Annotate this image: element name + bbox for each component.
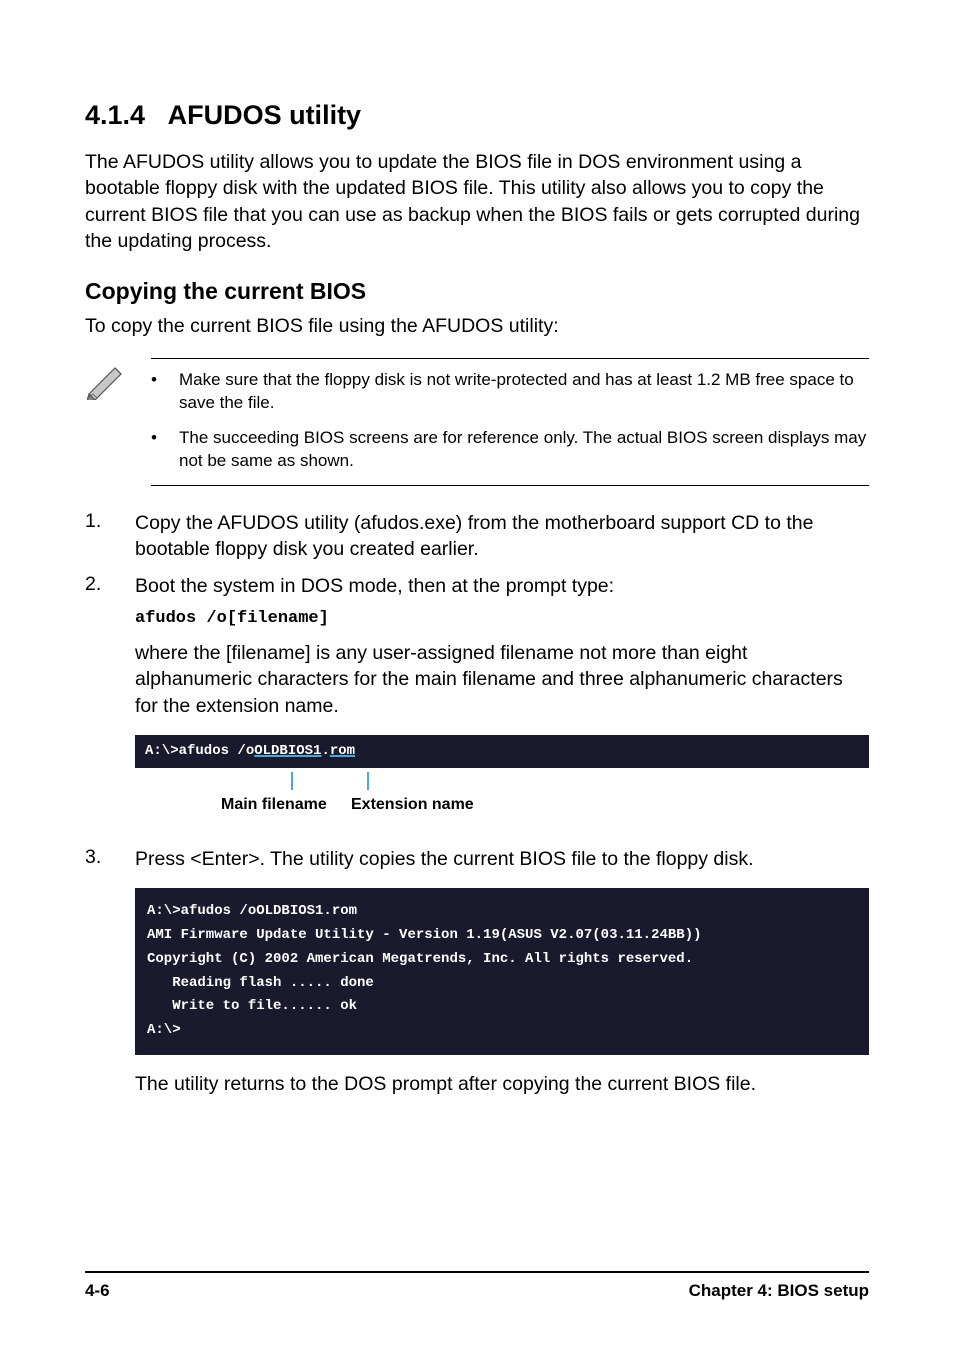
terminal-output: A:\>afudos /oOLDBIOS1.rom	[135, 735, 869, 768]
section-title: AFUDOS utility	[168, 100, 362, 130]
terminal-dot: .	[321, 743, 329, 759]
note-bullet: • The succeeding BIOS screens are for re…	[151, 427, 869, 473]
terminal-line-prefix: A:\>afudos /o	[145, 743, 254, 759]
annotation-label-main: Main filename	[221, 796, 327, 814]
step-indent: afudos /o[filename] where the [filename]…	[135, 609, 869, 719]
note-bullet: • Make sure that the floppy disk is not …	[151, 369, 869, 415]
terminal-output: A:\>afudos /oOLDBIOS1.rom AMI Firmware U…	[135, 888, 869, 1055]
annotation-connector	[367, 772, 369, 790]
terminal-line: Reading flash ..... done	[147, 972, 857, 996]
code-command: afudos /o[filename]	[135, 609, 869, 628]
annotation-connector	[291, 772, 293, 790]
step-row: 3. Press <Enter>. The utility copies the…	[85, 846, 869, 872]
step-after-text: The utility returns to the DOS prompt af…	[135, 1071, 869, 1097]
step-row: 2. Boot the system in DOS mode, then at …	[85, 573, 869, 599]
section-heading: 4.1.4 AFUDOS utility	[85, 100, 869, 131]
note-box: • Make sure that the floppy disk is not …	[85, 358, 869, 486]
step-number: 2.	[85, 573, 135, 599]
sub-body: To copy the current BIOS file using the …	[85, 315, 869, 338]
step-after-text: where the [filename] is any user-assigne…	[135, 640, 869, 719]
intro-paragraph: The AFUDOS utility allows you to update …	[85, 149, 869, 254]
step-text: Copy the AFUDOS utility (afudos.exe) fro…	[135, 510, 869, 563]
section-number: 4.1.4	[85, 100, 145, 130]
step-row: 1. Copy the AFUDOS utility (afudos.exe) …	[85, 510, 869, 563]
terminal-line: Copyright (C) 2002 American Megatrends, …	[147, 948, 857, 972]
step-text: Press <Enter>. The utility copies the cu…	[135, 846, 869, 872]
terminal-line: A:\>	[147, 1019, 857, 1043]
step-number: 3.	[85, 846, 135, 872]
page-number: 4-6	[85, 1281, 110, 1301]
bullet-icon: •	[151, 427, 161, 473]
step-text: Boot the system in DOS mode, then at the…	[135, 573, 869, 599]
terminal-line: AMI Firmware Update Utility - Version 1.…	[147, 924, 857, 948]
bullet-icon: •	[151, 369, 161, 415]
filename-annotation: Main filename Extension name	[135, 772, 869, 832]
page-footer: 4-6 Chapter 4: BIOS setup	[85, 1271, 869, 1301]
note-content: • Make sure that the floppy disk is not …	[151, 358, 869, 486]
step-indent: The utility returns to the DOS prompt af…	[135, 1071, 869, 1097]
note-text: The succeeding BIOS screens are for refe…	[179, 427, 869, 473]
terminal-line: A:\>afudos /oOLDBIOS1.rom	[147, 900, 857, 924]
terminal-main-filename: OLDBIOS1	[254, 743, 321, 759]
annotation-label-ext: Extension name	[351, 796, 474, 814]
terminal-ext: rom	[330, 743, 355, 759]
step-number: 1.	[85, 510, 135, 563]
terminal-line: Write to file...... ok	[147, 995, 857, 1019]
chapter-label: Chapter 4: BIOS setup	[689, 1281, 869, 1301]
note-text: Make sure that the floppy disk is not wr…	[179, 369, 869, 415]
pencil-icon	[85, 358, 131, 486]
sub-heading: Copying the current BIOS	[85, 278, 869, 305]
